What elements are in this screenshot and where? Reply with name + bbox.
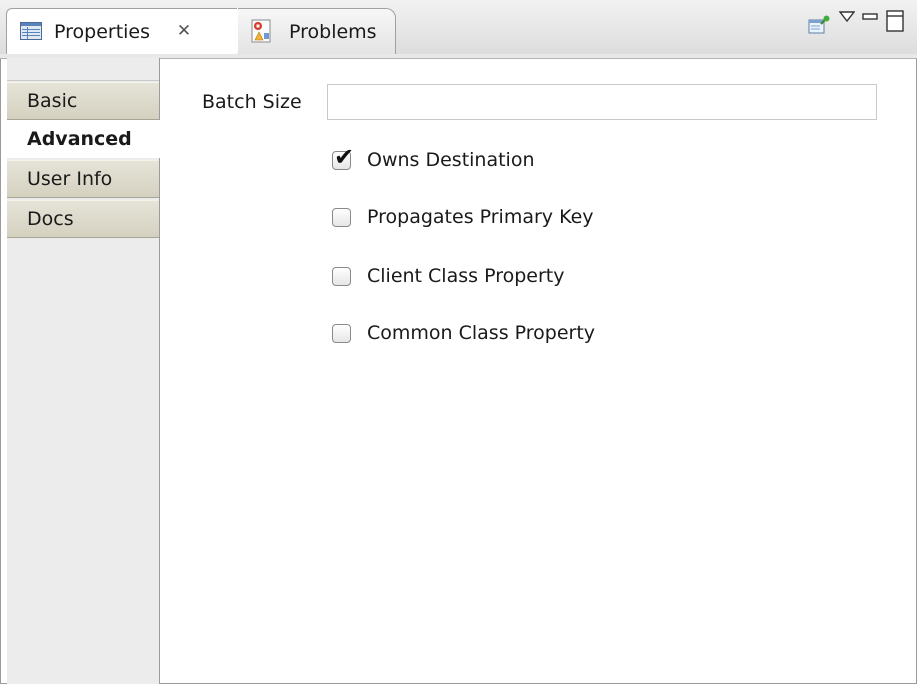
propagates-primary-key-label: Propagates Primary Key: [367, 206, 594, 228]
side-tab-basic[interactable]: Basic: [7, 82, 159, 120]
batch-size-label: Batch Size: [202, 91, 302, 113]
side-tab-user-info-label: User Info: [27, 168, 113, 190]
tab-properties[interactable]: Properties ✕: [6, 8, 259, 55]
propagates-primary-key-row[interactable]: Propagates Primary Key: [332, 206, 594, 228]
tab-problems-label: Problems: [289, 21, 377, 43]
side-tab-docs[interactable]: Docs: [7, 200, 159, 238]
side-tab-advanced-label: Advanced: [27, 128, 132, 150]
common-class-property-checkbox[interactable]: [332, 323, 351, 343]
tab-properties-label: Properties: [54, 21, 151, 43]
maximize-icon[interactable]: [886, 10, 904, 32]
client-class-property-label: Client Class Property: [367, 265, 565, 287]
common-class-property-row[interactable]: Common Class Property: [332, 322, 595, 344]
client-class-property-checkbox[interactable]: [332, 266, 351, 286]
common-class-property-label: Common Class Property: [367, 322, 596, 344]
section-tab-spacer: [7, 58, 159, 81]
client-class-property-row[interactable]: Client Class Property: [332, 265, 564, 287]
problems-icon: [251, 19, 271, 43]
checkmark-icon: ✔: [334, 142, 355, 171]
close-icon[interactable]: ✕: [174, 21, 194, 41]
view-header: Properties ✕ Problems: [0, 0, 917, 57]
tab-problems[interactable]: Problems: [238, 8, 396, 54]
batch-size-input[interactable]: [327, 84, 877, 120]
pin-editor-icon[interactable]: [808, 14, 830, 36]
side-tab-basic-label: Basic: [27, 90, 78, 112]
owns-destination-row[interactable]: ✔ Owns Destination: [332, 145, 535, 171]
side-tab-docs-label: Docs: [27, 208, 74, 230]
side-tab-user-info[interactable]: User Info: [7, 160, 159, 198]
owns-destination-label: Owns Destination: [367, 149, 535, 171]
section-tab-list: Basic Advanced User Info Docs: [7, 58, 160, 684]
view-menu-icon[interactable]: [839, 11, 855, 23]
minimize-icon[interactable]: [862, 12, 878, 22]
owns-destination-checkbox[interactable]: ✔: [332, 145, 354, 170]
properties-table-icon: [20, 22, 42, 40]
propagates-primary-key-checkbox[interactable]: [332, 207, 351, 227]
side-tab-advanced[interactable]: Advanced: [7, 120, 160, 158]
